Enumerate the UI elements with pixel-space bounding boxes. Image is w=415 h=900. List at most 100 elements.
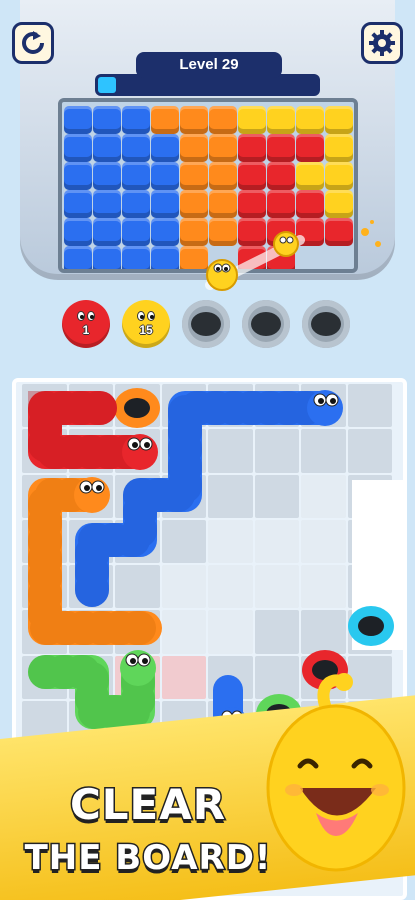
board-tile bbox=[22, 610, 67, 654]
board-tile bbox=[115, 519, 160, 563]
board-tile bbox=[347, 384, 392, 428]
cube bbox=[325, 162, 353, 190]
board-tile bbox=[68, 565, 113, 609]
board-tile bbox=[208, 610, 253, 654]
board-tile bbox=[254, 610, 299, 654]
cube bbox=[267, 218, 295, 246]
cube bbox=[64, 134, 92, 162]
board-tile bbox=[22, 519, 67, 563]
cube bbox=[325, 218, 353, 246]
board-tile bbox=[208, 384, 253, 428]
cube bbox=[238, 162, 266, 190]
board-tile bbox=[22, 384, 67, 428]
queue-slot-5 bbox=[302, 300, 350, 348]
cube bbox=[296, 134, 324, 162]
board-tile bbox=[254, 474, 299, 518]
cube bbox=[180, 106, 208, 134]
cube bbox=[238, 218, 266, 246]
cube bbox=[64, 246, 92, 269]
cube bbox=[325, 134, 353, 162]
cube bbox=[238, 106, 266, 134]
cube bbox=[93, 190, 121, 218]
board-tile bbox=[161, 474, 206, 518]
cube bbox=[151, 246, 179, 269]
cube bbox=[64, 106, 92, 134]
board-tile bbox=[22, 474, 67, 518]
orange-hole[interactable] bbox=[114, 388, 160, 428]
restart-button[interactable] bbox=[12, 22, 54, 64]
board-tile bbox=[161, 565, 206, 609]
cube bbox=[93, 162, 121, 190]
cube bbox=[122, 246, 150, 269]
cube bbox=[64, 218, 92, 246]
settings-button[interactable] bbox=[361, 22, 403, 64]
cube-pit bbox=[58, 98, 358, 273]
cube bbox=[296, 190, 324, 218]
board-tile bbox=[22, 565, 67, 609]
board-tile bbox=[68, 610, 113, 654]
cube bbox=[267, 162, 295, 190]
board-tile bbox=[208, 565, 253, 609]
queue-slot-4 bbox=[242, 300, 290, 348]
cube bbox=[296, 218, 324, 246]
restart-icon bbox=[22, 31, 44, 54]
queue-slot-count: 1 bbox=[82, 323, 90, 337]
cube bbox=[267, 134, 295, 162]
gear-icon bbox=[369, 30, 395, 56]
board-tile bbox=[68, 429, 113, 473]
queue-slot-1: 1 bbox=[62, 300, 110, 348]
board-tile bbox=[115, 565, 160, 609]
cube bbox=[209, 162, 237, 190]
cube bbox=[122, 162, 150, 190]
cube bbox=[325, 190, 353, 218]
board-tile bbox=[115, 429, 160, 473]
board-tile bbox=[22, 429, 67, 473]
cube bbox=[93, 218, 121, 246]
cube bbox=[64, 162, 92, 190]
board-tile bbox=[301, 474, 346, 518]
cube bbox=[267, 246, 295, 269]
level-progress-fill bbox=[98, 77, 116, 93]
board-tile bbox=[161, 384, 206, 428]
mascot-character bbox=[266, 673, 406, 872]
cube bbox=[122, 134, 150, 162]
board-tile bbox=[208, 519, 253, 563]
board-tile bbox=[161, 429, 206, 473]
board-tile bbox=[161, 655, 206, 699]
board-tile bbox=[254, 519, 299, 563]
board-tile bbox=[68, 474, 113, 518]
board-tile bbox=[301, 384, 346, 428]
board-tile bbox=[301, 565, 346, 609]
cube bbox=[325, 106, 353, 134]
cube bbox=[238, 246, 266, 269]
cube bbox=[238, 190, 266, 218]
queue-slot-3 bbox=[182, 300, 230, 348]
board-tile bbox=[68, 519, 113, 563]
banner-line-2: THE BOARD! bbox=[23, 837, 272, 880]
board-tile bbox=[301, 610, 346, 654]
board-tile bbox=[208, 655, 253, 699]
board-tile bbox=[208, 474, 253, 518]
level-label: Level 29 bbox=[136, 52, 282, 78]
board-tile bbox=[161, 519, 206, 563]
board-tile bbox=[254, 565, 299, 609]
cube bbox=[64, 190, 92, 218]
cube bbox=[180, 162, 208, 190]
cube bbox=[180, 134, 208, 162]
board-tile bbox=[347, 429, 392, 473]
cube bbox=[267, 106, 295, 134]
cube bbox=[122, 106, 150, 134]
board-tile bbox=[115, 610, 160, 654]
cube bbox=[151, 218, 179, 246]
board-tile bbox=[68, 384, 113, 428]
cube bbox=[93, 246, 121, 269]
board-tile bbox=[115, 655, 160, 699]
cyan-hole[interactable] bbox=[348, 606, 394, 646]
cube bbox=[180, 218, 208, 246]
queue-slot-2: 15 bbox=[122, 300, 170, 348]
board-tile bbox=[254, 429, 299, 473]
cube bbox=[93, 106, 121, 134]
cube bbox=[296, 106, 324, 134]
cube bbox=[93, 134, 121, 162]
cube bbox=[209, 190, 237, 218]
